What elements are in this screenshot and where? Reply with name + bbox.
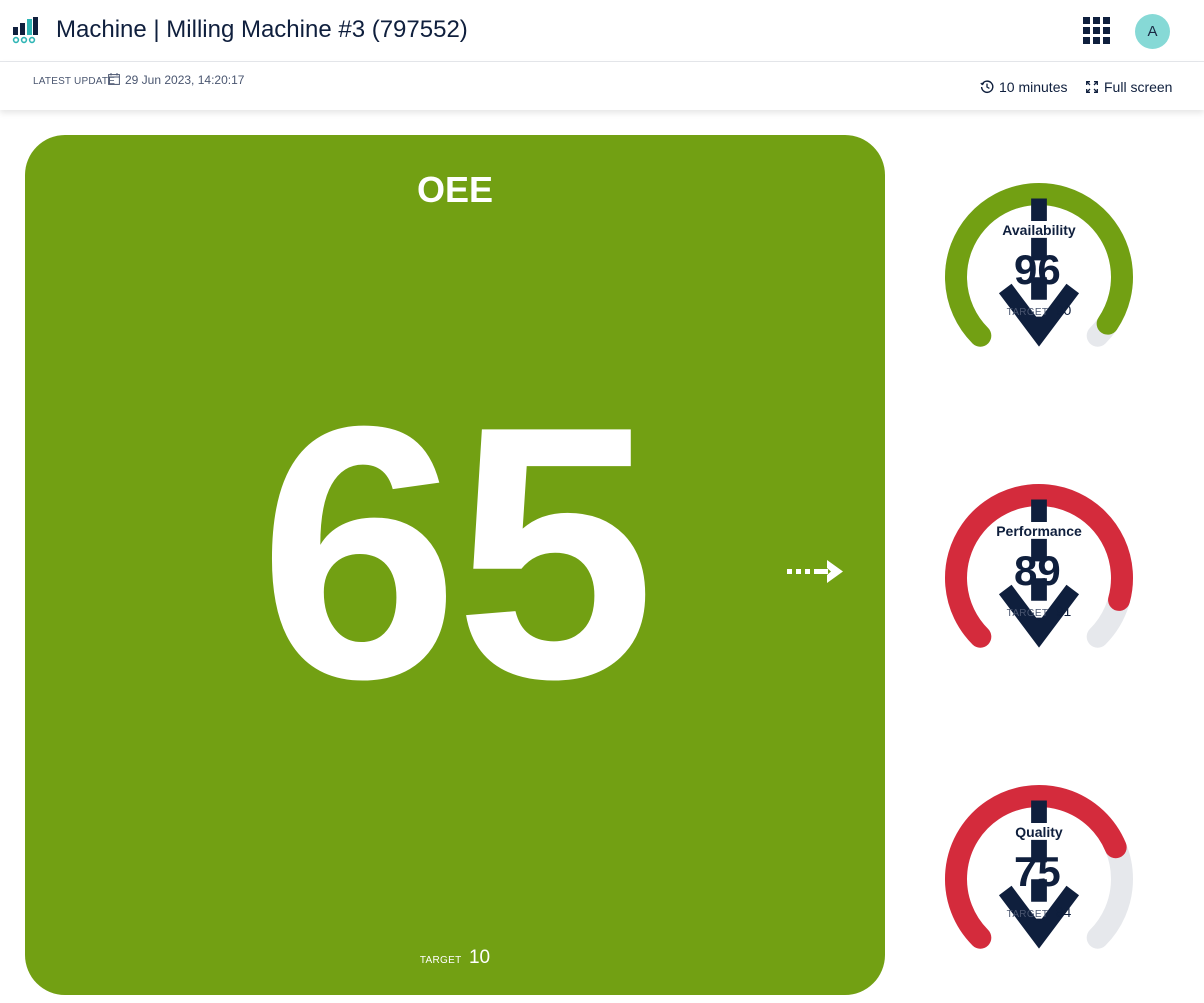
gauge-target-label: TARGET	[1006, 307, 1049, 318]
sub-header: LATEST UPDATE 29 Jun 2023, 14:20:17 10 m…	[0, 62, 1204, 110]
bar-chart-logo-icon	[12, 17, 38, 44]
top-bar: Machine | Milling Machine #3 (797552) A	[0, 0, 1204, 62]
gauge-target-value: 84	[1055, 904, 1072, 920]
user-avatar[interactable]: A	[1135, 14, 1170, 49]
oee-target-label: TARGET	[419, 955, 462, 966]
gauge-target: TARGET 84	[938, 904, 1140, 922]
quality-gauge[interactable]: Quality 75 TARGET 84	[938, 778, 1140, 958]
oee-title: OEE	[416, 169, 494, 210]
performance-gauge[interactable]: Performance 89 TARGET 91	[938, 477, 1140, 657]
interval-label: 10 minutes	[999, 79, 1068, 95]
oee-card[interactable]: OEE 65 TARGET 10	[25, 135, 885, 995]
gauge-target: TARGET 90	[938, 302, 1140, 320]
expand-icon	[1086, 81, 1098, 93]
latest-update-value: 29 Jun 2023, 14:20:17	[125, 73, 245, 87]
arrow-down-icon	[998, 800, 1080, 949]
gauge-target-label: TARGET	[1006, 608, 1049, 619]
dotted-arrow-right-icon	[787, 560, 843, 583]
oee-value: 65	[258, 352, 655, 754]
gauge-target-label: TARGET	[1006, 909, 1049, 920]
calendar-icon	[108, 73, 120, 85]
fullscreen-button[interactable]: Full screen	[1086, 79, 1172, 95]
page-title: Machine | Milling Machine #3 (797552)	[56, 16, 468, 43]
fullscreen-label: Full screen	[1104, 79, 1173, 95]
oee-target: TARGET 10	[25, 947, 885, 969]
oee-target-value: 10	[468, 947, 491, 968]
availability-gauge[interactable]: Availability 96 TARGET 90	[938, 176, 1140, 356]
clock-history-icon	[980, 80, 994, 93]
gauge-target-value: 90	[1055, 302, 1072, 318]
interval-button[interactable]: 10 minutes	[980, 79, 1067, 95]
latest-update-label: LATEST UPDATE	[33, 76, 116, 87]
apps-grid-icon[interactable]	[1083, 17, 1111, 45]
gauge-target: TARGET 91	[938, 603, 1140, 621]
gauge-target-value: 91	[1055, 603, 1072, 619]
arrow-down-icon	[998, 499, 1080, 648]
arrow-down-icon	[998, 198, 1080, 347]
